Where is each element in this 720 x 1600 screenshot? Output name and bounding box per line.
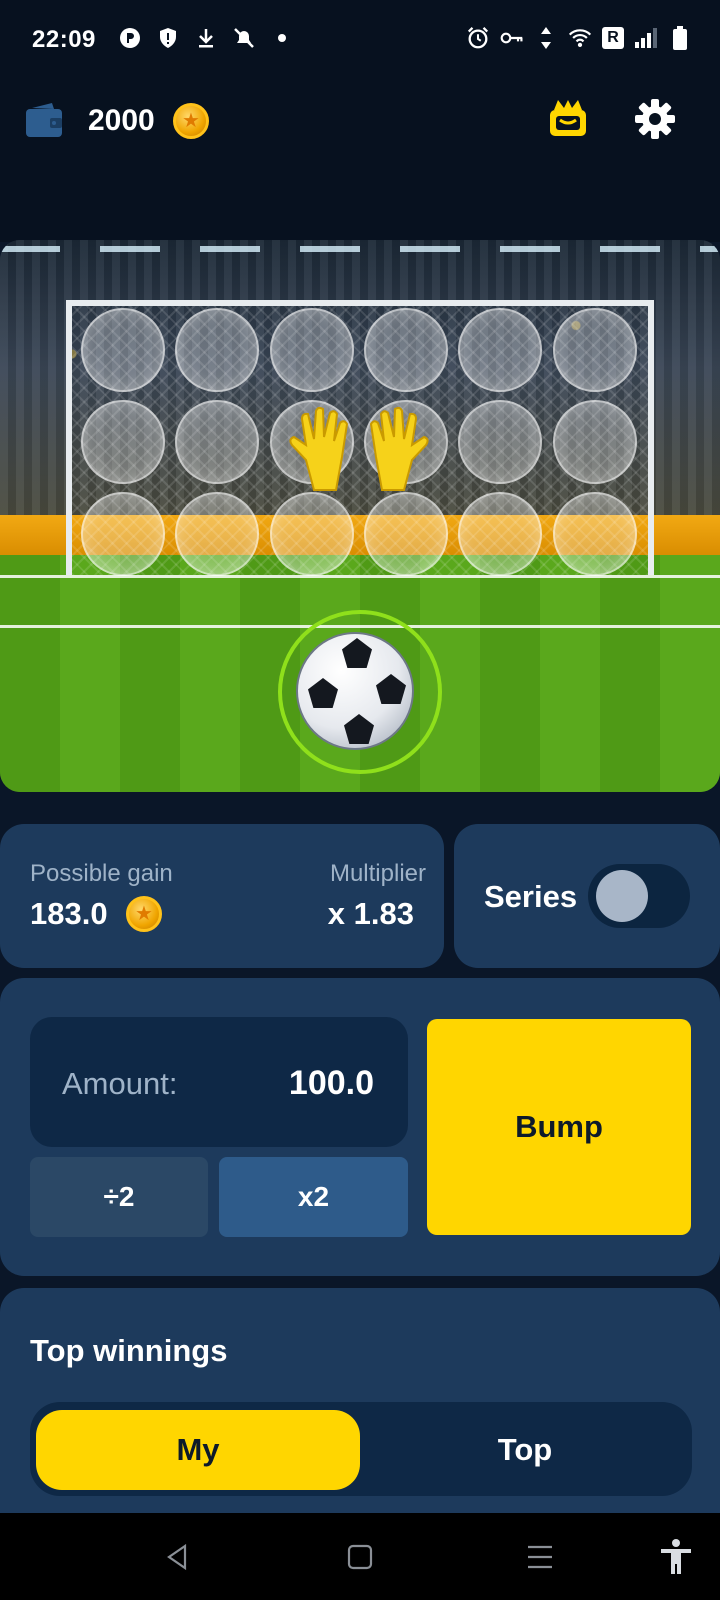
toggle-knob xyxy=(596,870,648,922)
accessibility-icon[interactable] xyxy=(652,1533,700,1581)
ball-target-icon xyxy=(175,400,260,484)
ball-target-icon xyxy=(364,492,449,576)
stadium-lights xyxy=(0,246,720,252)
bump-button[interactable]: Bump xyxy=(427,1019,691,1235)
wallet-icon[interactable] xyxy=(24,100,64,140)
target-cell[interactable] xyxy=(170,396,264,488)
target-cell[interactable] xyxy=(548,488,642,580)
halve-amount-button[interactable]: ÷2 xyxy=(30,1157,208,1237)
target-cell[interactable] xyxy=(76,304,170,396)
key-icon xyxy=(500,26,524,50)
r-badge-text: R xyxy=(607,29,619,46)
r-badge-icon: R xyxy=(602,27,624,49)
status-left-icons xyxy=(118,26,294,50)
target-cell[interactable] xyxy=(548,396,642,488)
double-amount-button[interactable]: x2 xyxy=(219,1157,408,1237)
status-bar: 22:09 R xyxy=(0,0,720,82)
ball-target-icon xyxy=(175,492,260,576)
gift-icon[interactable] xyxy=(546,96,590,140)
target-cell[interactable] xyxy=(76,488,170,580)
target-cell[interactable] xyxy=(453,396,547,488)
ball-target-icon xyxy=(552,308,637,392)
ball-target-icon xyxy=(81,492,166,576)
download-icon xyxy=(194,26,218,50)
home-icon[interactable] xyxy=(336,1533,384,1581)
p-icon xyxy=(118,26,142,50)
amount-value[interactable]: 100.0 xyxy=(289,1064,374,1103)
target-cell[interactable] xyxy=(359,488,453,580)
target-cell[interactable] xyxy=(453,488,547,580)
ball-target-icon xyxy=(552,400,637,484)
top-winnings-title: Top winnings xyxy=(30,1333,228,1368)
series-toggle[interactable] xyxy=(588,864,690,928)
target-cell[interactable] xyxy=(265,488,359,580)
target-cell[interactable] xyxy=(76,396,170,488)
goalkeeper-gloves-icon xyxy=(284,405,434,495)
ball-target-icon xyxy=(269,492,354,576)
target-cell[interactable] xyxy=(453,304,547,396)
gear-icon[interactable] xyxy=(634,98,676,140)
possible-gain-label: Possible gain xyxy=(30,860,173,887)
back-icon[interactable] xyxy=(154,1533,202,1581)
target-cell[interactable] xyxy=(548,304,642,396)
tab-my[interactable]: My xyxy=(36,1410,360,1490)
dot-icon xyxy=(270,26,294,50)
ball-target-icon xyxy=(81,400,166,484)
ball-target-icon xyxy=(552,492,637,576)
target-cell[interactable] xyxy=(359,304,453,396)
soccer-ball xyxy=(296,632,414,750)
ball-target-icon xyxy=(175,308,260,392)
ball-target-icon xyxy=(458,492,543,576)
ball-target-icon xyxy=(81,308,166,392)
ball-target-icon xyxy=(458,308,543,392)
multiplier-value: x 1.83 xyxy=(327,896,414,931)
coin-icon xyxy=(173,103,209,139)
ball-target-icon xyxy=(458,400,543,484)
target-cell[interactable] xyxy=(170,304,264,396)
status-right-icons: R xyxy=(466,26,692,50)
series-label: Series xyxy=(484,879,578,914)
ball-target-icon xyxy=(364,308,449,392)
target-cell[interactable] xyxy=(170,488,264,580)
muted-bell-icon xyxy=(232,26,256,50)
status-time: 22:09 xyxy=(32,26,96,53)
ball-target-icon xyxy=(269,308,354,392)
target-cell[interactable] xyxy=(265,304,359,396)
soccer-ball-icon[interactable] xyxy=(270,602,450,782)
recents-icon[interactable] xyxy=(516,1533,564,1581)
signal-icon xyxy=(634,26,658,50)
battery-icon xyxy=(668,26,692,50)
balance-amount: 2000 xyxy=(88,104,155,137)
data-arrows-icon xyxy=(534,26,558,50)
coin-icon xyxy=(126,896,162,932)
game-field xyxy=(0,240,720,792)
alarm-icon xyxy=(466,26,490,50)
wifi-icon xyxy=(568,26,592,50)
shield-icon xyxy=(156,26,180,50)
multiplier-label: Multiplier xyxy=(329,860,426,887)
tab-top[interactable]: Top xyxy=(364,1410,686,1490)
possible-gain-value: 183.0 xyxy=(30,896,108,931)
amount-label: Amount: xyxy=(62,1066,178,1101)
